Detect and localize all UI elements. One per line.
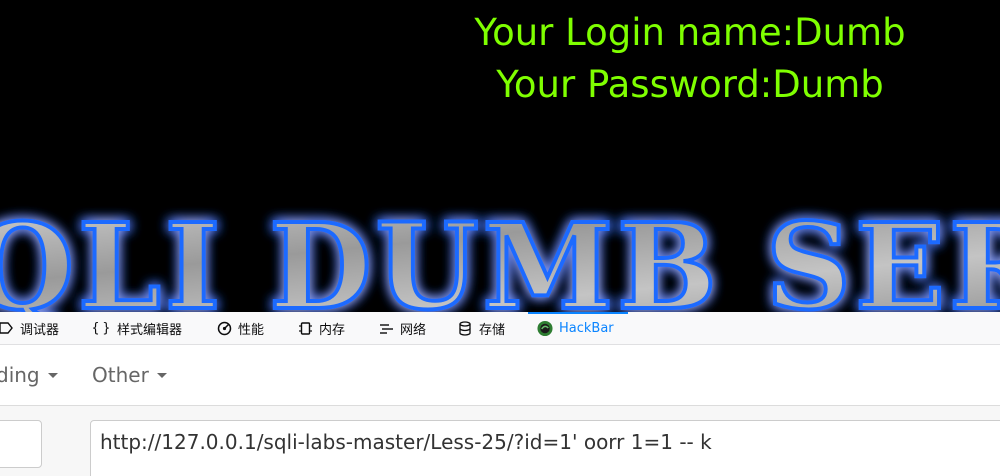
chevron-down-icon: [156, 372, 167, 378]
sqli-dumb-series-banner: SQLI DUMB SERIES: [0, 200, 1000, 312]
tab-performance[interactable]: 性能: [216, 312, 264, 344]
web-page-content: Your Login name:Dumb Your Password:Dumb: [0, 0, 1000, 312]
tab-memory[interactable]: 内存: [297, 312, 345, 344]
menu-label: Other: [92, 363, 149, 387]
tab-label: 调试器: [20, 322, 60, 338]
chevron-down-icon: [47, 372, 58, 378]
tab-label: 存储: [479, 322, 506, 338]
tab-label: 内存: [319, 322, 346, 338]
tab-label: 性能: [238, 322, 265, 338]
network-icon: [378, 320, 394, 336]
hackbar-url-area: http://127.0.0.1/sqli-labs-master/Less-2…: [0, 406, 1000, 476]
storage-icon: [457, 320, 473, 336]
load-url-button[interactable]: [0, 420, 42, 468]
banner-text: SQLI DUMB SERIES: [0, 200, 1000, 312]
debugger-icon: [0, 320, 14, 336]
tab-label: 网络: [400, 322, 427, 338]
tab-storage[interactable]: 存储: [457, 312, 505, 344]
encoding-menu[interactable]: ding: [0, 345, 58, 405]
tab-network[interactable]: 网络: [378, 312, 426, 344]
url-input[interactable]: http://127.0.0.1/sqli-labs-master/Less-2…: [90, 420, 1000, 476]
devtools-panel: 调试器 { } 样式编辑器 性能 内存 网络 存储 HackBar ding O…: [0, 312, 1000, 476]
tab-style-editor[interactable]: { } 样式编辑器: [91, 312, 182, 344]
other-menu[interactable]: Other: [92, 345, 167, 405]
devtools-tabbar: 调试器 { } 样式编辑器 性能 内存 网络 存储 HackBar: [0, 312, 1000, 345]
login-name-text: Your Login name:Dumb: [474, 11, 906, 54]
menu-label: ding: [0, 363, 40, 387]
password-text: Your Password:Dumb: [496, 63, 884, 106]
browser-window: Your Login name:Dumb Your Password:Dumb: [0, 0, 1000, 476]
tab-hackbar[interactable]: HackBar: [537, 312, 614, 344]
braces-icon: { }: [91, 320, 111, 336]
tab-debugger[interactable]: 调试器: [0, 312, 59, 344]
active-tab-indicator: [528, 312, 628, 314]
hackbar-logo-icon: [537, 320, 553, 336]
memory-icon: [297, 320, 313, 336]
tab-label: 样式编辑器: [117, 322, 183, 338]
hackbar-menubar: ding Other: [0, 345, 1000, 406]
tab-label: HackBar: [559, 320, 614, 336]
performance-icon: [216, 320, 232, 336]
